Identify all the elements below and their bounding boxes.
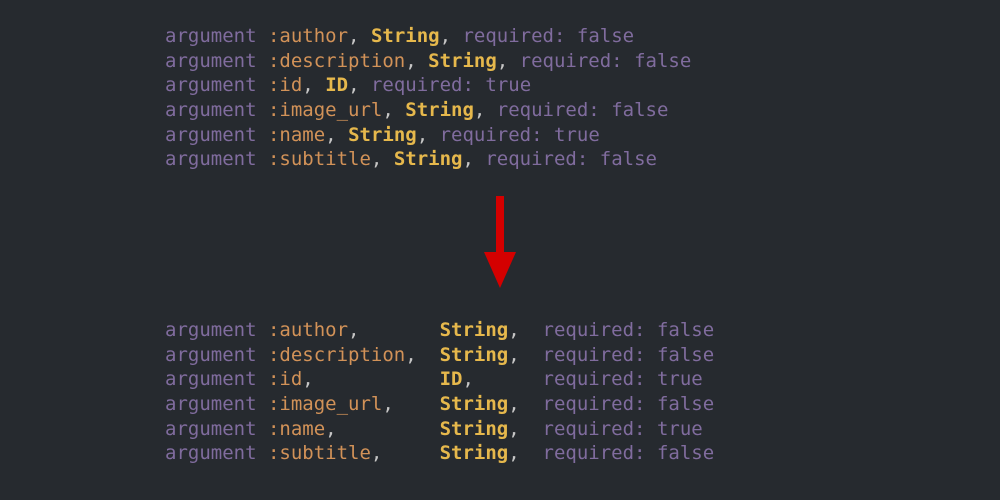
- keyword-required: required:: [462, 25, 565, 47]
- keyword-argument: argument: [165, 418, 257, 440]
- value-bool: false: [634, 50, 691, 72]
- keyword-required: required:: [485, 148, 588, 170]
- keyword-argument: argument: [165, 74, 257, 96]
- type-name: String: [440, 393, 509, 415]
- type-name: String: [440, 319, 509, 341]
- value-bool: true: [657, 368, 703, 390]
- keyword-required: required:: [440, 124, 543, 146]
- value-bool: false: [600, 148, 657, 170]
- code-block-before: argument :author, String, required: fals…: [165, 24, 691, 172]
- keyword-required: required:: [520, 50, 623, 72]
- type-name: String: [440, 442, 509, 464]
- code-line: argument :author, String, required: fals…: [165, 24, 691, 49]
- code-line: argument :description, String, required:…: [165, 343, 714, 368]
- symbol-field: :image_url: [268, 393, 382, 415]
- value-bool: false: [657, 344, 714, 366]
- keyword-argument: argument: [165, 393, 257, 415]
- type-name: ID: [440, 368, 463, 390]
- value-bool: true: [485, 74, 531, 96]
- code-line: argument :name, String, required: true: [165, 123, 691, 148]
- symbol-field: :description: [268, 50, 405, 72]
- code-line: argument :subtitle, String, required: fa…: [165, 147, 691, 172]
- value-bool: true: [554, 124, 600, 146]
- keyword-required: required:: [371, 74, 474, 96]
- symbol-field: :id: [268, 368, 302, 390]
- keyword-argument: argument: [165, 25, 257, 47]
- symbol-field: :author: [268, 319, 348, 341]
- keyword-argument: argument: [165, 344, 257, 366]
- keyword-required: required:: [543, 442, 646, 464]
- code-line: argument :description, String, required:…: [165, 49, 691, 74]
- type-name: String: [428, 50, 497, 72]
- keyword-required: required:: [543, 393, 646, 415]
- code-line: argument :id, ID, required: true: [165, 367, 714, 392]
- code-line: argument :image_url, String, required: f…: [165, 392, 714, 417]
- symbol-field: :description: [268, 344, 405, 366]
- keyword-argument: argument: [165, 124, 257, 146]
- symbol-field: :name: [268, 124, 325, 146]
- type-name: String: [405, 99, 474, 121]
- keyword-argument: argument: [165, 442, 257, 464]
- code-block-after: argument :author, String, required: fals…: [165, 318, 714, 466]
- type-name: ID: [325, 74, 348, 96]
- symbol-field: :author: [268, 25, 348, 47]
- type-name: String: [348, 124, 417, 146]
- keyword-required: required:: [543, 344, 646, 366]
- symbol-field: :id: [268, 74, 302, 96]
- arrow-down: [0, 196, 1000, 295]
- symbol-field: :subtitle: [268, 148, 371, 170]
- value-bool: false: [657, 393, 714, 415]
- keyword-required: required:: [543, 368, 646, 390]
- symbol-field: :name: [268, 418, 325, 440]
- code-comparison: argument :author, String, required: fals…: [0, 0, 1000, 500]
- code-line: argument :subtitle, String, required: fa…: [165, 441, 714, 466]
- value-bool: false: [657, 319, 714, 341]
- arrow-down-icon: [480, 196, 520, 288]
- value-bool: false: [657, 442, 714, 464]
- code-line: argument :name, String, required: true: [165, 417, 714, 442]
- value-bool: false: [577, 25, 634, 47]
- keyword-required: required:: [543, 319, 646, 341]
- keyword-required: required:: [497, 99, 600, 121]
- type-name: String: [371, 25, 440, 47]
- type-name: String: [440, 418, 509, 440]
- code-line: argument :id, ID, required: true: [165, 73, 691, 98]
- value-bool: false: [611, 99, 668, 121]
- code-line: argument :image_url, String, required: f…: [165, 98, 691, 123]
- keyword-required: required:: [543, 418, 646, 440]
- keyword-argument: argument: [165, 99, 257, 121]
- type-name: String: [440, 344, 509, 366]
- value-bool: true: [657, 418, 703, 440]
- keyword-argument: argument: [165, 319, 257, 341]
- type-name: String: [394, 148, 463, 170]
- keyword-argument: argument: [165, 50, 257, 72]
- code-line: argument :author, String, required: fals…: [165, 318, 714, 343]
- symbol-field: :subtitle: [268, 442, 371, 464]
- keyword-argument: argument: [165, 368, 257, 390]
- keyword-argument: argument: [165, 148, 257, 170]
- symbol-field: :image_url: [268, 99, 382, 121]
